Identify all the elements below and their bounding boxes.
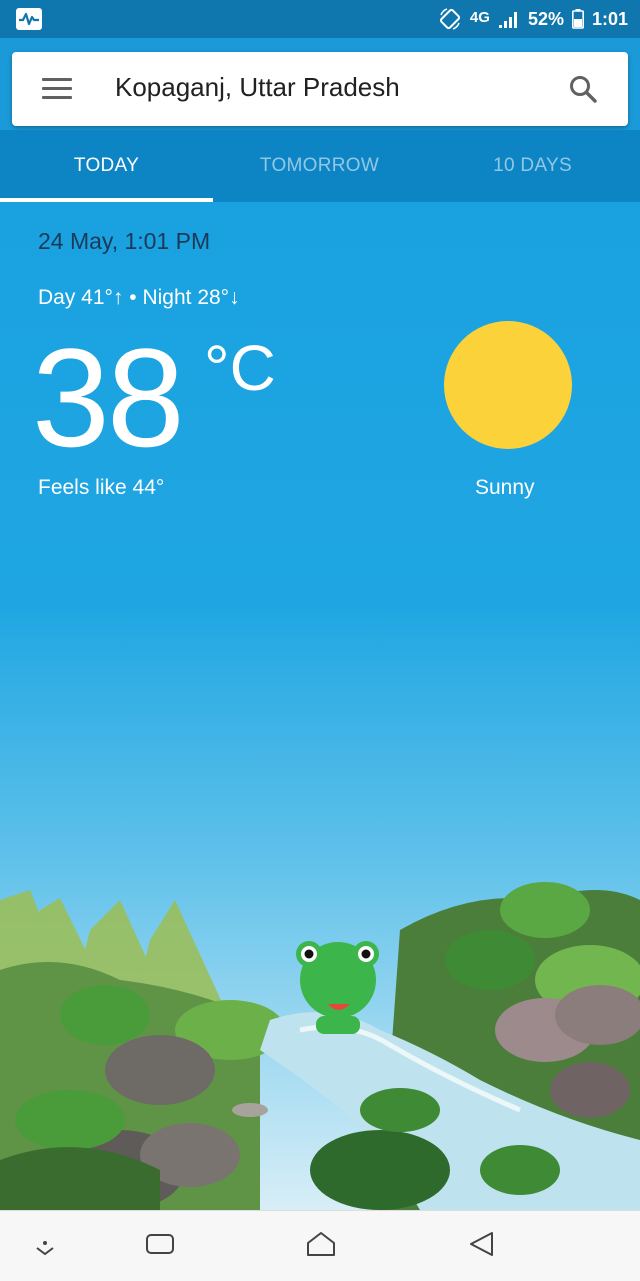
notifications-down-icon[interactable] bbox=[32, 1229, 58, 1264]
recent-apps-icon[interactable] bbox=[144, 1229, 176, 1264]
date-time: 24 May, 1:01 PM bbox=[38, 228, 211, 254]
tab-tomorrow[interactable]: TOMORROW bbox=[213, 130, 426, 202]
pulse-icon bbox=[16, 8, 42, 30]
bush bbox=[480, 1145, 560, 1195]
battery-icon bbox=[571, 9, 584, 29]
weather-condition: Sunny bbox=[475, 476, 535, 499]
tab-today[interactable]: TODAY bbox=[0, 130, 213, 202]
current-temperature: 38 bbox=[32, 319, 185, 476]
status-right: 4G 52% 1:01 bbox=[438, 6, 628, 32]
tab-10-days[interactable]: 10 DAYS bbox=[426, 130, 639, 202]
sun-icon bbox=[444, 321, 572, 449]
active-tab-indicator bbox=[0, 198, 213, 202]
tab-bar: TODAY TOMORROW 10 DAYS bbox=[0, 130, 640, 202]
day-night-temps: Day 41°↑ • Night 28°↓ bbox=[38, 286, 240, 309]
bush bbox=[445, 930, 535, 990]
rock bbox=[550, 1062, 630, 1118]
home-icon[interactable] bbox=[304, 1229, 338, 1264]
rock bbox=[232, 1103, 268, 1117]
signal-icon bbox=[498, 9, 520, 29]
bush bbox=[360, 1088, 440, 1132]
bush bbox=[500, 882, 590, 938]
status-bar: 4G 52% 1:01 bbox=[0, 0, 640, 38]
search-card[interactable]: Kopaganj, Uttar Pradesh bbox=[12, 52, 628, 126]
menu-icon[interactable] bbox=[42, 78, 72, 100]
landscape-illustration bbox=[0, 882, 640, 1210]
rock bbox=[105, 1035, 215, 1105]
bush bbox=[60, 985, 150, 1045]
navigation-bar bbox=[0, 1210, 640, 1281]
back-icon[interactable] bbox=[466, 1229, 498, 1264]
status-time: 1:01 bbox=[591, 8, 628, 29]
location-title[interactable]: Kopaganj, Uttar Pradesh bbox=[115, 72, 400, 103]
auto-rotate-icon bbox=[438, 7, 462, 31]
bush bbox=[310, 1130, 450, 1210]
feels-like: Feels like 44° bbox=[38, 476, 165, 499]
battery-percent: 52% bbox=[527, 8, 564, 29]
search-icon[interactable] bbox=[568, 74, 598, 109]
temperature-unit: °C bbox=[204, 332, 276, 404]
network-label: 4G bbox=[469, 8, 490, 26]
bush bbox=[15, 1090, 125, 1150]
